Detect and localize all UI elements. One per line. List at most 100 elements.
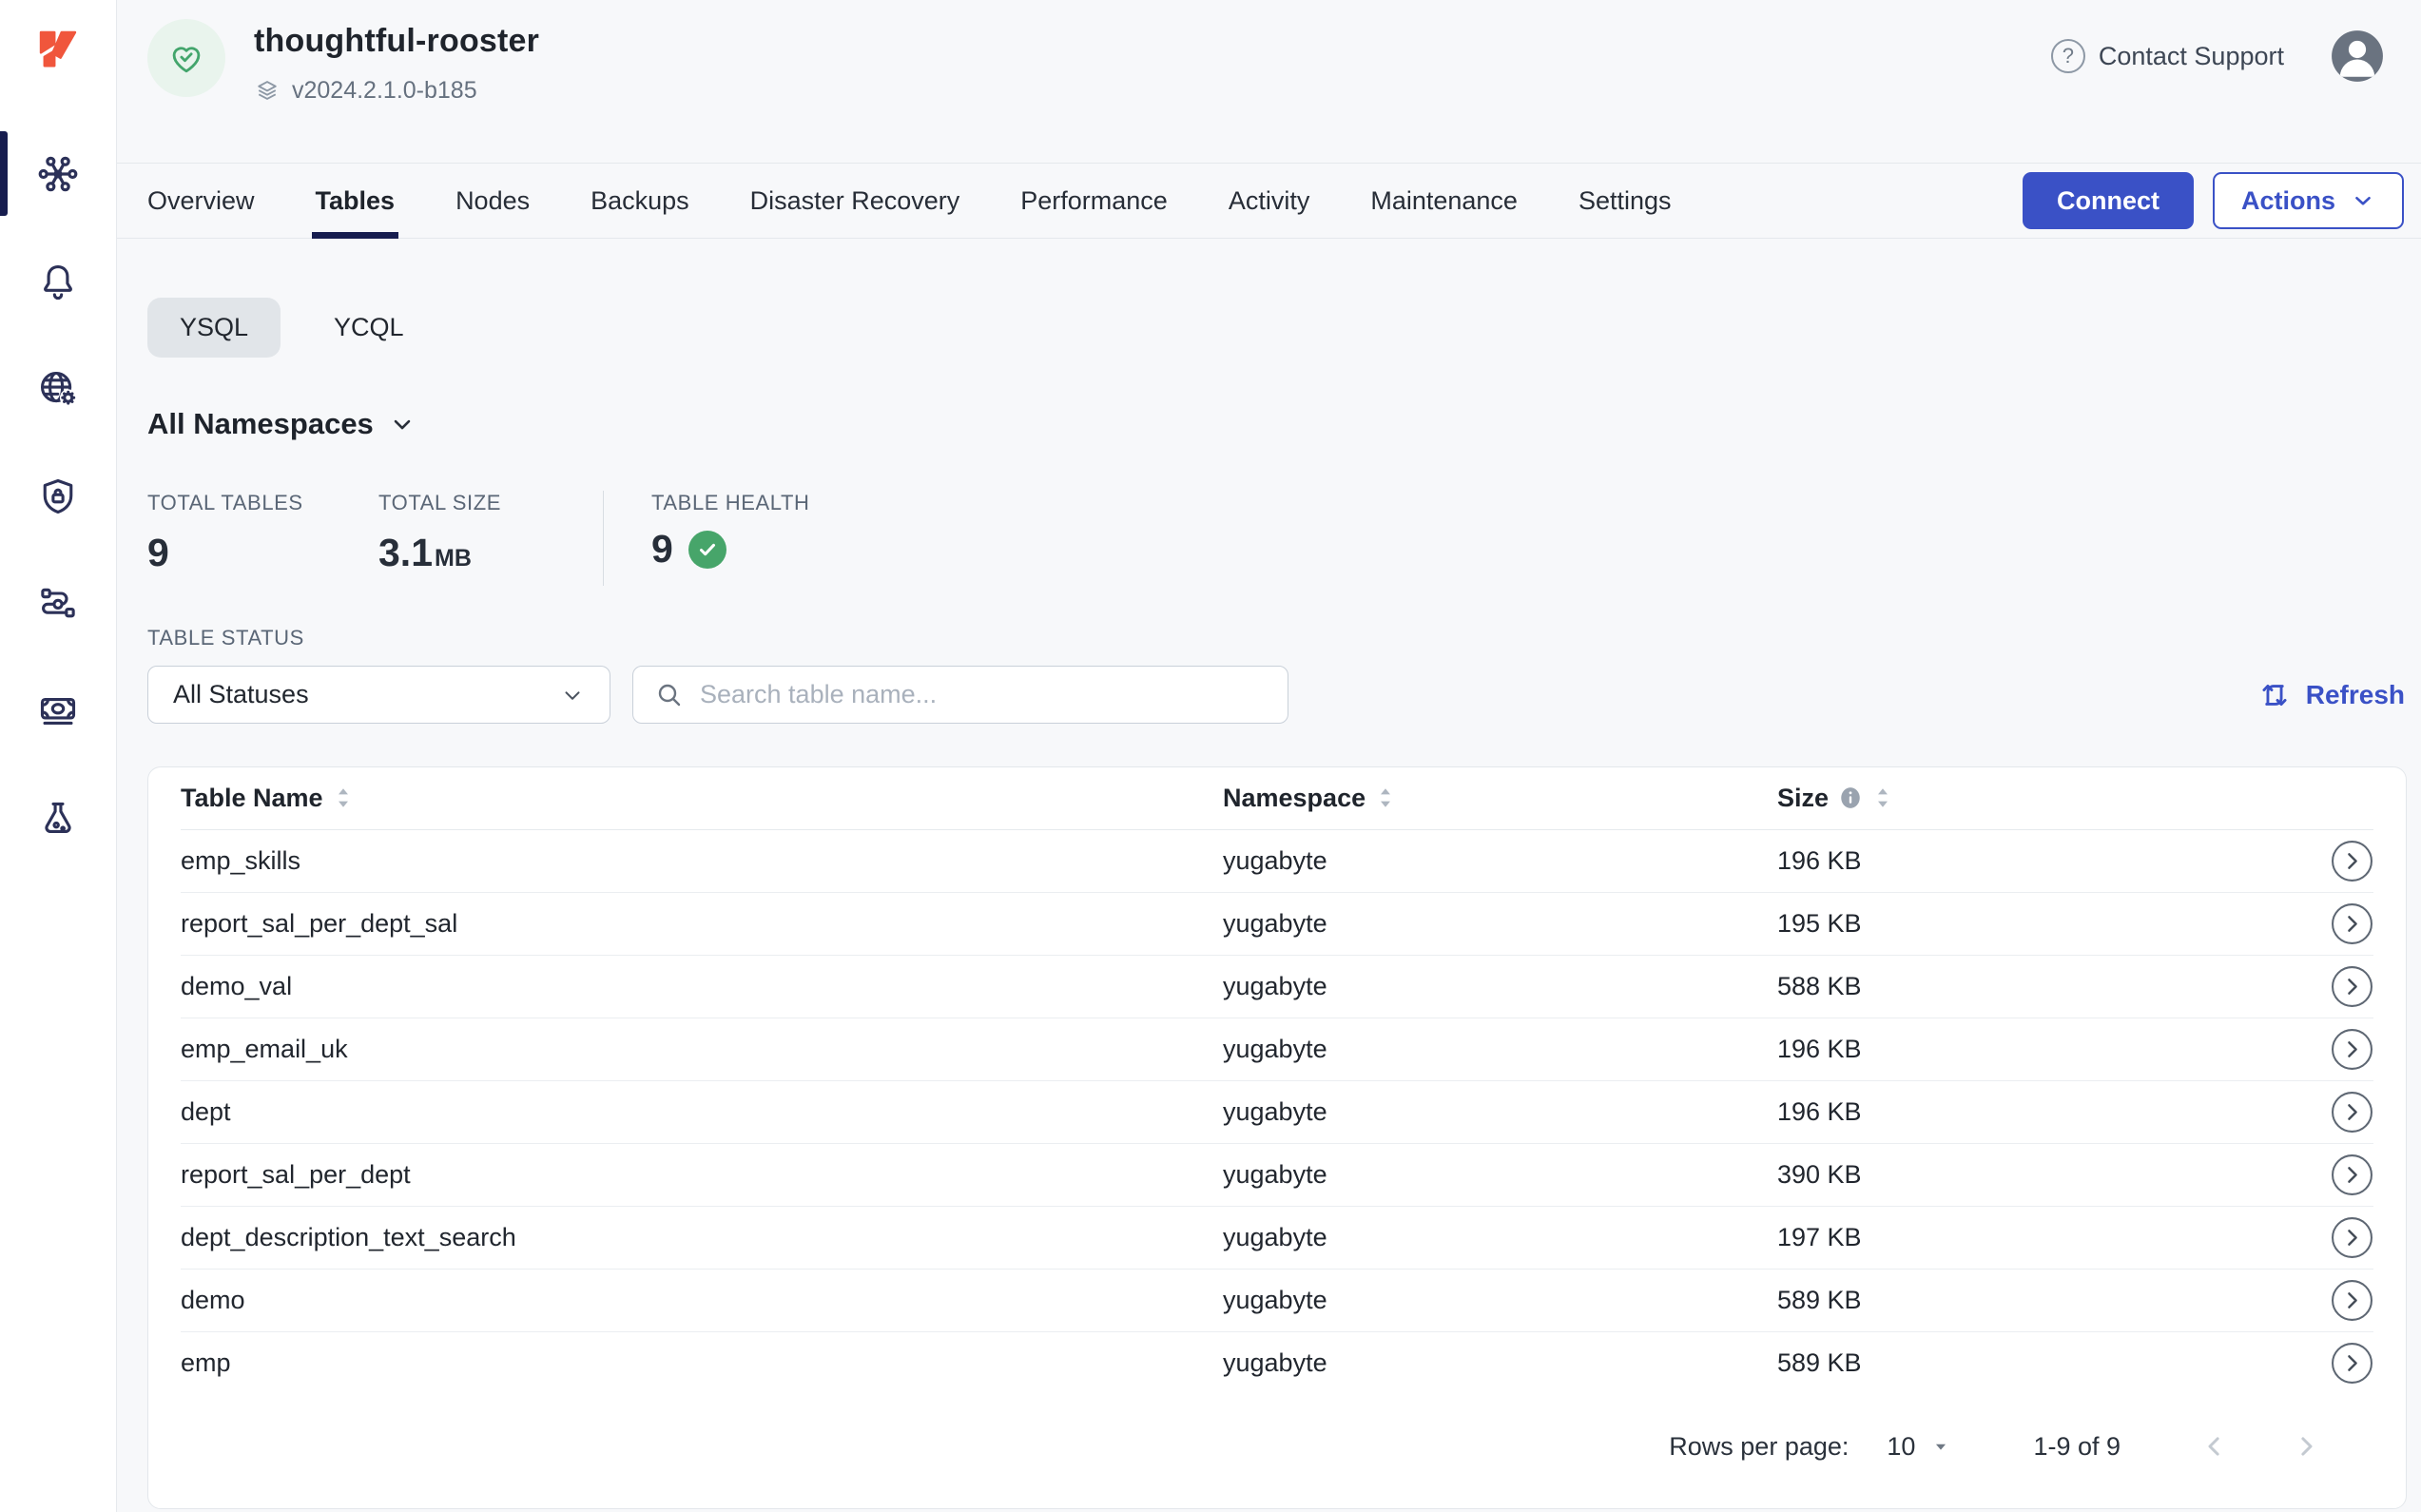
table-row[interactable]: emp_email_uk yugabyte 196 KB [181, 1018, 2373, 1081]
tab-tables[interactable]: Tables [316, 164, 396, 238]
table-row[interactable]: emp yugabyte 589 KB [181, 1332, 2373, 1395]
size-cell: 589 KB [1777, 1348, 2324, 1378]
main-area: thoughtful-rooster v2024.2.1.0-b185 ? Co… [117, 0, 2421, 1512]
tab-backups[interactable]: Backups [591, 164, 689, 238]
heart-check-icon [166, 38, 206, 78]
rows-per-page-value: 10 [1887, 1432, 1915, 1462]
rows-per-page-select[interactable]: 10 [1887, 1432, 1951, 1462]
info-icon[interactable] [1838, 785, 1863, 810]
sidebar-item-billing[interactable] [0, 657, 116, 765]
row-detail-chevron-icon[interactable] [2331, 1091, 2373, 1134]
layers-icon [254, 78, 281, 105]
size-cell: 197 KB [1777, 1223, 2324, 1252]
sidebar-item-network[interactable] [0, 335, 116, 442]
cluster-header: thoughtful-rooster v2024.2.1.0-b185 ? Co… [117, 0, 2421, 164]
billing-money-icon [37, 690, 79, 732]
row-detail-chevron-icon[interactable] [2331, 1279, 2373, 1322]
stat-label: TOTAL TABLES [147, 491, 378, 515]
sidebar-nav [0, 120, 116, 872]
table-row[interactable]: dept yugabyte 196 KB [181, 1081, 2373, 1144]
cluster-info: thoughtful-rooster v2024.2.1.0-b185 [147, 15, 539, 105]
row-detail-chevron-icon[interactable] [2331, 1342, 2373, 1385]
tab-disaster-recovery[interactable]: Disaster Recovery [750, 164, 960, 238]
stat-value: 9 [651, 527, 673, 572]
topbar-right: ? Contact Support [2051, 29, 2385, 84]
column-header-namespace[interactable]: Namespace [1223, 784, 1777, 813]
namespace-filter-label: All Namespaces [147, 407, 374, 441]
search-input[interactable] [700, 680, 1267, 709]
stat-total-size: TOTAL SIZE 3.1 MB [378, 491, 603, 575]
namespace-cell: yugabyte [1223, 909, 1777, 939]
pagination-arrows [2200, 1432, 2320, 1461]
api-type-toggle: YSQL YCQL [147, 298, 2407, 358]
tab-settings[interactable]: Settings [1578, 164, 1672, 238]
alerts-bell-icon [37, 261, 79, 302]
row-detail-chevron-icon[interactable] [2331, 1028, 2373, 1071]
stat-total-tables: TOTAL TABLES 9 [147, 491, 378, 575]
sidebar-item-clusters[interactable] [0, 120, 116, 227]
cluster-tabbar: Overview Tables Nodes Backups Disaster Recov… [117, 164, 2421, 239]
actions-button-label: Actions [2241, 186, 2335, 216]
previous-page-icon[interactable] [2200, 1432, 2229, 1461]
column-label: Namespace [1223, 784, 1365, 813]
size-cell: 195 KB [1777, 909, 2324, 939]
size-cell: 196 KB [1777, 1035, 2324, 1064]
column-header-table-name[interactable]: Table Name [181, 784, 1223, 813]
row-detail-chevron-icon[interactable] [2331, 840, 2373, 882]
sidebar-item-integrations[interactable] [0, 550, 116, 657]
table-name-cell: report_sal_per_dept_sal [181, 909, 1223, 939]
table-name-cell: report_sal_per_dept [181, 1160, 1223, 1190]
refresh-button[interactable]: Refresh [2257, 678, 2405, 712]
tab-maintenance[interactable]: Maintenance [1370, 164, 1518, 238]
api-toggle-ycql[interactable]: YCQL [301, 298, 436, 358]
stat-unit: MB [435, 545, 472, 572]
contact-support-button[interactable]: ? Contact Support [2051, 39, 2284, 73]
next-page-icon[interactable] [2292, 1432, 2320, 1461]
column-label: Table Name [181, 784, 323, 813]
table-name-cell: emp_email_uk [181, 1035, 1223, 1064]
row-detail-chevron-icon[interactable] [2331, 1216, 2373, 1259]
stat-label: TABLE HEALTH [651, 491, 810, 515]
namespace-cell: yugabyte [1223, 846, 1777, 876]
namespace-cell: yugabyte [1223, 1223, 1777, 1252]
table-row[interactable]: dept_description_text_search yugabyte 19… [181, 1207, 2373, 1270]
sidebar-item-security[interactable] [0, 442, 116, 550]
tab-nodes[interactable]: Nodes [455, 164, 530, 238]
cluster-version: v2024.2.1.0-b185 [292, 77, 477, 105]
connect-button[interactable]: Connect [2023, 172, 2194, 229]
table-row[interactable]: demo_val yugabyte 588 KB [181, 956, 2373, 1018]
namespace-filter[interactable]: All Namespaces [147, 407, 2407, 441]
sidebar-item-labs[interactable] [0, 765, 116, 872]
row-detail-chevron-icon[interactable] [2331, 1153, 2373, 1196]
size-cell: 589 KB [1777, 1286, 2324, 1315]
table-row[interactable]: report_sal_per_dept_sal yugabyte 195 KB [181, 893, 2373, 956]
namespace-cell: yugabyte [1223, 1286, 1777, 1315]
user-avatar[interactable] [2330, 29, 2385, 84]
caret-down-icon [1930, 1436, 1951, 1457]
table-status-select[interactable]: All Statuses [147, 666, 610, 724]
row-detail-chevron-icon[interactable] [2331, 902, 2373, 945]
yugabyte-logo-icon[interactable] [35, 27, 81, 72]
actions-button[interactable]: Actions [2213, 172, 2404, 229]
sidebar-item-alerts[interactable] [0, 227, 116, 335]
table-row[interactable]: report_sal_per_dept yugabyte 390 KB [181, 1144, 2373, 1207]
table-name-cell: dept [181, 1097, 1223, 1127]
table-row[interactable]: emp_skills yugabyte 196 KB [181, 830, 2373, 893]
tables-panel: YSQL YCQL All Namespaces TOTAL TABLES 9 T… [117, 239, 2421, 1512]
tab-overview[interactable]: Overview [147, 164, 255, 238]
stat-label: TOTAL SIZE [378, 491, 603, 515]
tab-activity[interactable]: Activity [1229, 164, 1310, 238]
tabs: Overview Tables Nodes Backups Disaster Recov… [147, 164, 1733, 238]
table-row[interactable]: demo yugabyte 589 KB [181, 1270, 2373, 1332]
size-cell: 196 KB [1777, 1097, 2324, 1127]
column-header-size[interactable]: Size [1777, 784, 2324, 813]
api-toggle-ysql[interactable]: YSQL [147, 298, 281, 358]
tab-performance[interactable]: Performance [1020, 164, 1168, 238]
refresh-icon [2257, 678, 2292, 712]
sort-icon [1872, 785, 1893, 810]
version-row: v2024.2.1.0-b185 [254, 77, 539, 105]
table-body: emp_skills yugabyte 196 KB report_sal_pe… [181, 830, 2373, 1395]
contact-support-label: Contact Support [2099, 42, 2284, 71]
row-detail-chevron-icon[interactable] [2331, 965, 2373, 1008]
stats-divider [603, 491, 604, 586]
